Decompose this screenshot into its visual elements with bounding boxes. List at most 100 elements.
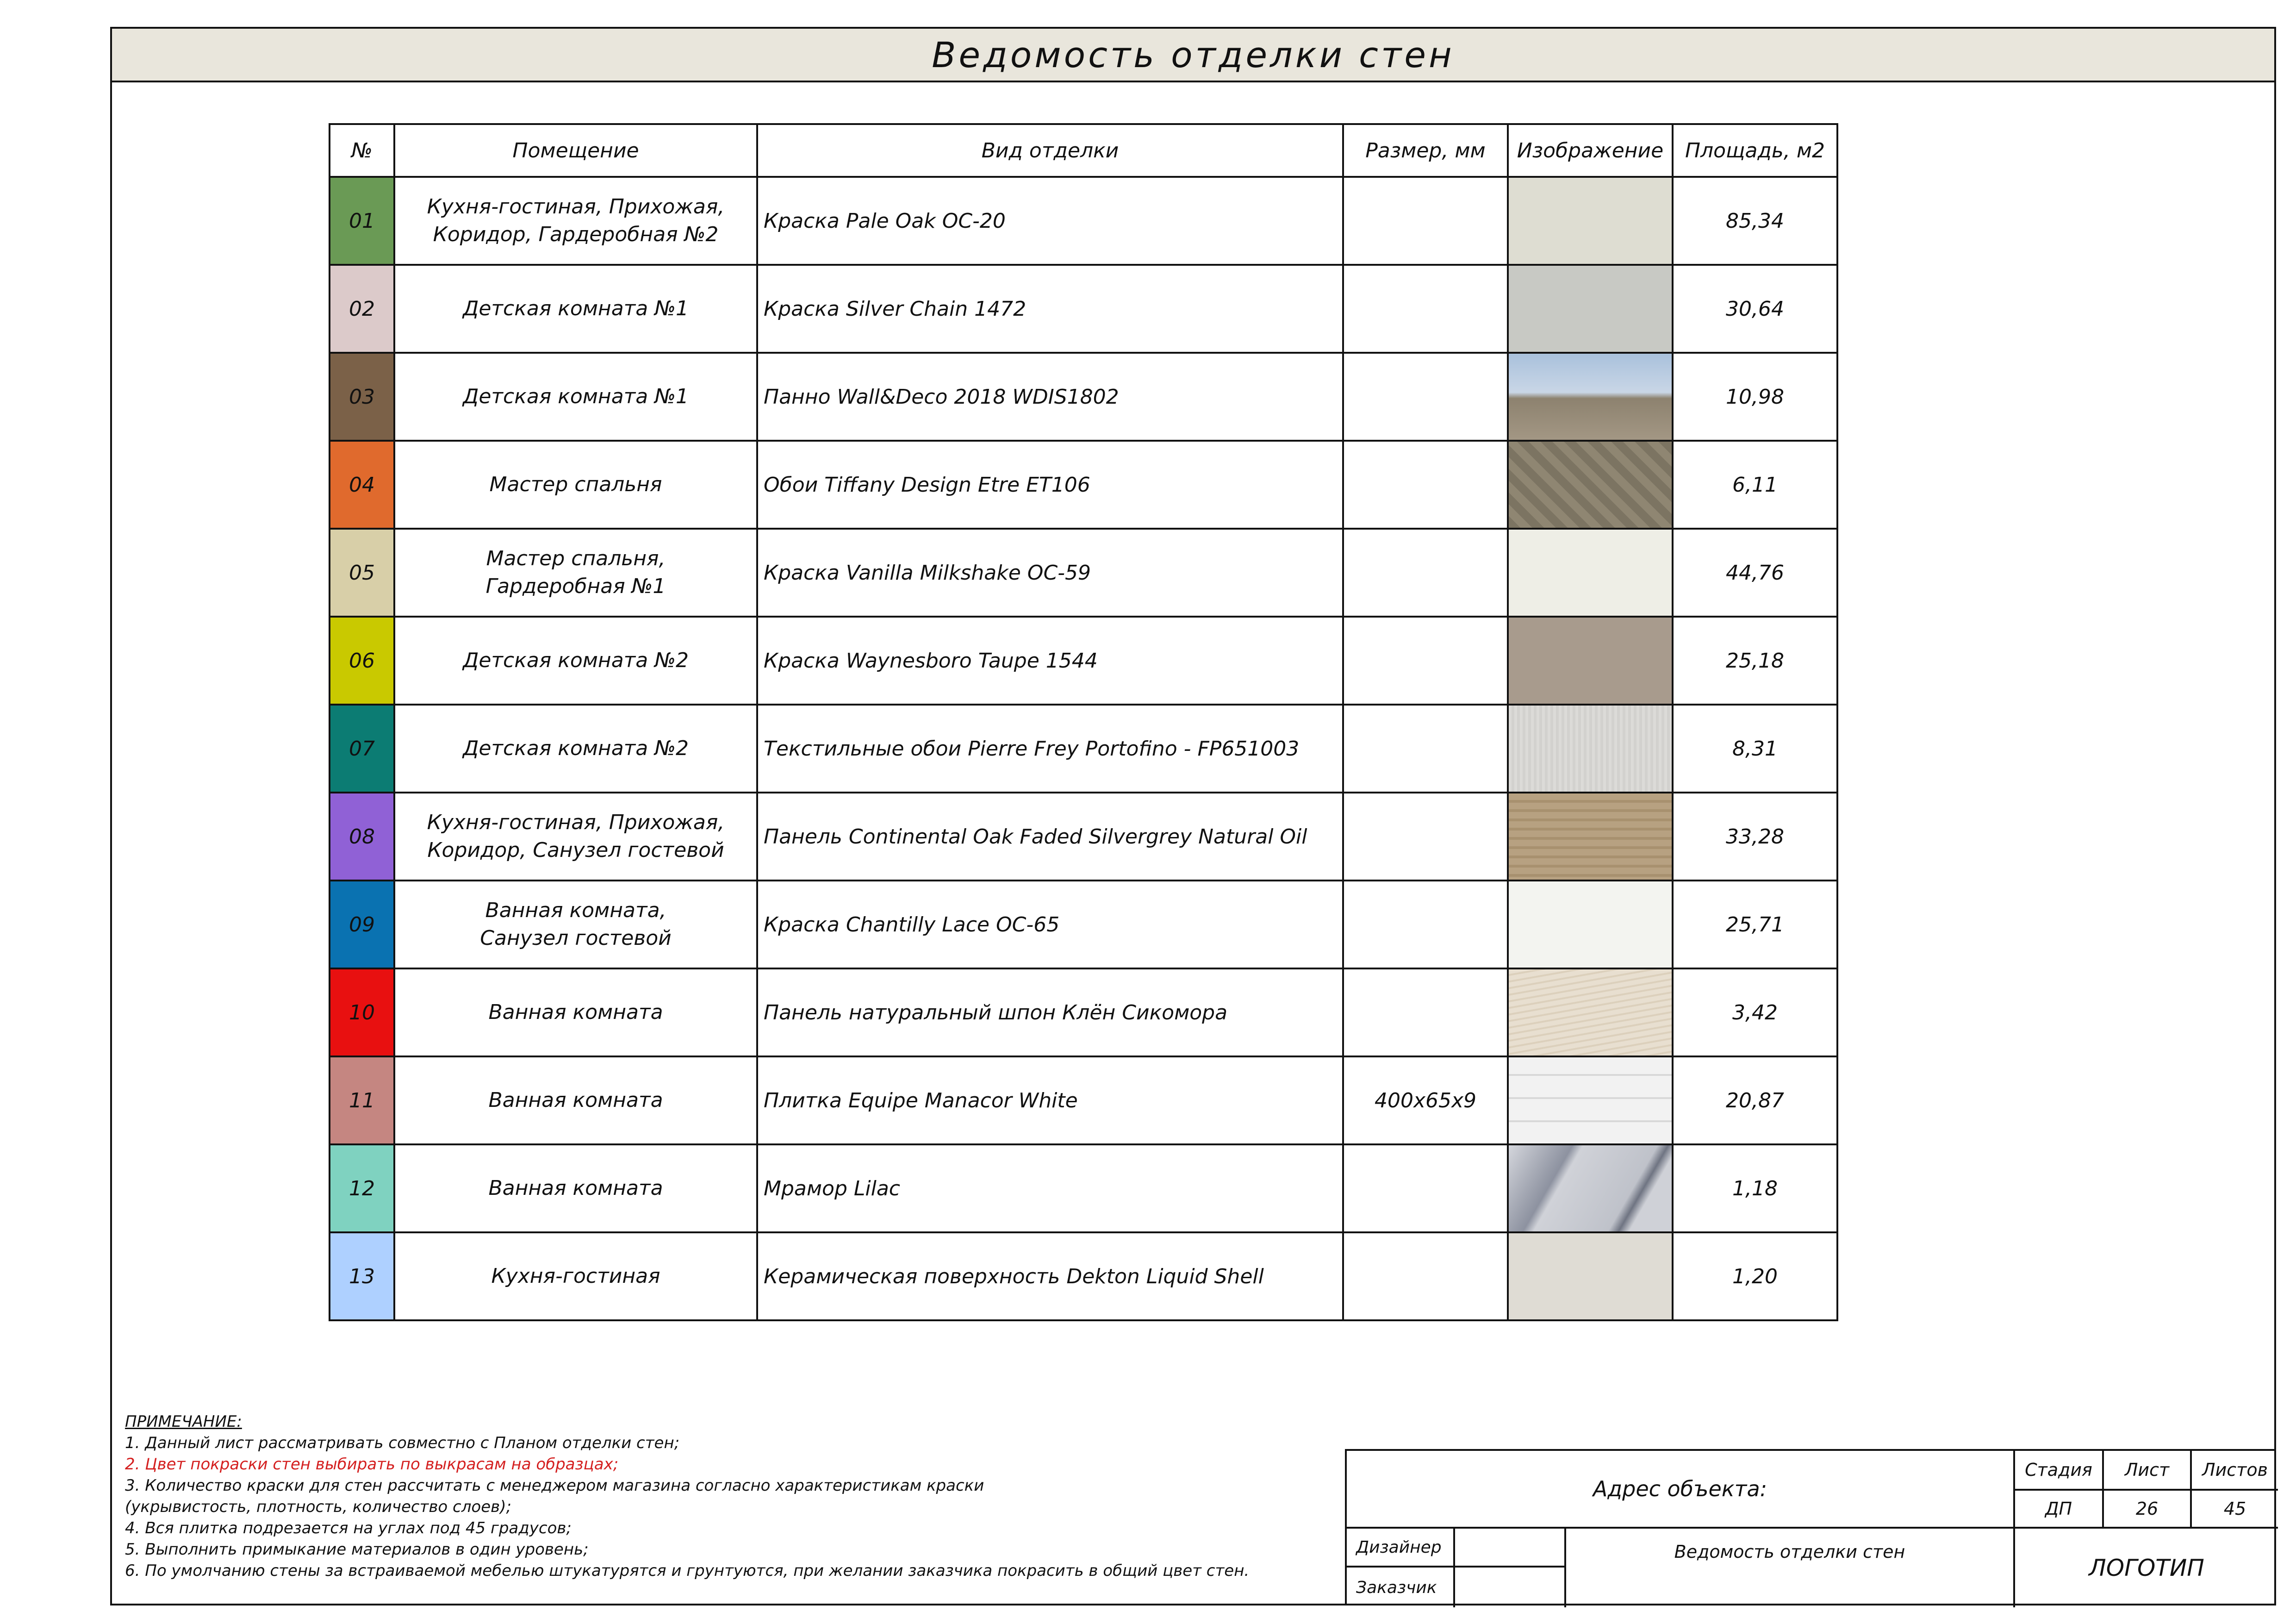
size-cell: [1342, 880, 1509, 969]
document-title: Ведомость отделки стен: [1564, 1527, 2013, 1607]
header-image: Изображение: [1507, 123, 1674, 178]
room-line: Мастер спальня: [489, 473, 662, 496]
room-line: Детская комната №1: [462, 385, 689, 408]
customer-signature-cell: [1453, 1566, 1564, 1607]
finish-type-cell: Краска Waynesboro Taupe 1544: [756, 616, 1344, 706]
row-number: 03: [349, 385, 375, 409]
size-cell: [1342, 792, 1509, 881]
area-cell: 10,98: [1672, 352, 1838, 442]
room-line: Кухня-гостиная: [491, 1264, 660, 1288]
area-cell: 25,71: [1672, 880, 1838, 969]
image-cell: [1507, 440, 1674, 530]
room-cell: Мастер спальня, Гардеробная №1: [393, 528, 758, 618]
room-line: Гардеробная №1: [485, 575, 666, 598]
room-line: Ванная комната: [488, 1088, 663, 1112]
sheet-title: Ведомость отделки стен: [932, 34, 1455, 75]
table-row: 13 Кухня-гостиная Керамическая поверхность…: [329, 1231, 1838, 1321]
material-swatch-image: [1509, 530, 1672, 616]
row-number: 13: [349, 1264, 375, 1288]
material-swatch-image: [1509, 1145, 1672, 1231]
size-cell: [1342, 1231, 1509, 1321]
size-cell: [1342, 440, 1509, 530]
room-cell: Детская комната №1: [393, 264, 758, 354]
size-cell: [1342, 176, 1509, 266]
table-row: 01 Кухня-гостиная, Прихожая, Коридор, Гард…: [329, 176, 1838, 266]
room-line: Кухня-гостиная, Прихожая,: [427, 195, 725, 219]
room-cell: Детская комната №2: [393, 704, 758, 793]
material-swatch-image: [1509, 354, 1672, 440]
image-cell: [1507, 968, 1674, 1057]
material-swatch-image: [1509, 706, 1672, 792]
room-line: Детская комната №2: [462, 649, 689, 672]
table-row: 12 Ванная комната Мрамор Lilac 1,18: [329, 1143, 1838, 1233]
note-line: 3. Количество краски для стен рассчитать…: [125, 1476, 984, 1495]
note-line-highlighted: 2. Цвет покраски стен выбирать по выкрас…: [125, 1455, 619, 1474]
material-swatch-image: [1509, 1057, 1672, 1143]
room-cell: Кухня-гостиная: [393, 1231, 758, 1321]
size-cell: 400x65x9: [1342, 1056, 1509, 1145]
row-number-cell: 01: [329, 176, 395, 266]
row-number: 12: [349, 1176, 375, 1200]
table-row: 11 Ванная комната Плитка Equipe Manacor Wh…: [329, 1056, 1838, 1145]
finish-type-cell: Панель Continental Oak Faded Silvergrey …: [756, 792, 1344, 881]
header-area: Площадь, м2: [1672, 123, 1838, 178]
table-header-row: № Помещение Вид отделки Размер, мм Изобр…: [329, 123, 1838, 178]
image-cell: [1507, 1056, 1674, 1145]
area-cell: 6,11: [1672, 440, 1838, 530]
row-number-cell: 07: [329, 704, 395, 793]
room-cell: Детская комната №2: [393, 616, 758, 706]
size-cell: [1342, 352, 1509, 442]
row-number-cell: 03: [329, 352, 395, 442]
table-row: 10 Ванная комната Панель натуральный шпон …: [329, 968, 1838, 1057]
room-line: Коридор, Гардеробная №2: [433, 223, 719, 246]
header-finish-type: Вид отделки: [756, 123, 1344, 178]
table-row: 02 Детская комната №1 Краска Silver Chain …: [329, 264, 1838, 354]
row-number: 08: [349, 824, 375, 849]
row-number-cell: 11: [329, 1056, 395, 1145]
address-label: Адрес объекта:: [1593, 1476, 1767, 1501]
row-number-cell: 10: [329, 968, 395, 1057]
note-line: (укрывистость, плотность, количество сло…: [125, 1498, 511, 1516]
row-number-cell: 08: [329, 792, 395, 881]
area-cell: 85,34: [1672, 176, 1838, 266]
room-cell: Детская комната №1: [393, 352, 758, 442]
material-swatch-image: [1509, 881, 1672, 968]
finish-type-cell: Панно Wall&Deco 2018 WDIS1802: [756, 352, 1344, 442]
room-line: Кухня-гостиная, Прихожая,: [427, 811, 725, 834]
image-cell: [1507, 1231, 1674, 1321]
image-cell: [1507, 616, 1674, 706]
room-line: Ванная комната: [488, 1176, 663, 1200]
material-swatch-image: [1509, 969, 1672, 1056]
table-row: 04 Мастер спальня Обои Tiffany Design Etre…: [329, 440, 1838, 530]
row-number-cell: 09: [329, 880, 395, 969]
image-cell: [1507, 792, 1674, 881]
image-cell: [1507, 264, 1674, 354]
finish-type-cell: Мрамор Lilac: [756, 1143, 1344, 1233]
image-cell: [1507, 528, 1674, 618]
room-cell: Ванная комната, Санузел гостевой: [393, 880, 758, 969]
row-number-cell: 12: [329, 1143, 395, 1233]
area-cell: 1,20: [1672, 1231, 1838, 1321]
stage-label: Стадия: [2013, 1451, 2102, 1489]
room-cell: Ванная комната: [393, 1143, 758, 1233]
sheets-label: Листов: [2190, 1451, 2278, 1489]
image-cell: [1507, 352, 1674, 442]
logo-placeholder: ЛОГОТИП: [2013, 1527, 2278, 1607]
finish-schedule-table: № Помещение Вид отделки Размер, мм Изобр…: [329, 123, 1838, 1321]
material-swatch-image: [1509, 178, 1672, 264]
finish-type-cell: Панель натуральный шпон Клён Сикомора: [756, 968, 1344, 1057]
row-number: 06: [349, 649, 375, 673]
table-row: 05 Мастер спальня, Гардеробная №1 Краска Va…: [329, 528, 1838, 618]
table-row: 06 Детская комната №2 Краска Waynesboro Ta…: [329, 616, 1838, 706]
room-cell: Ванная комната: [393, 968, 758, 1057]
size-cell: [1342, 616, 1509, 706]
finish-type-cell: Краска Pale Oak OC-20: [756, 176, 1344, 266]
designer-label: Дизайнер: [1347, 1527, 1453, 1566]
notes-title: ПРИМЕЧАНИЕ:: [125, 1412, 242, 1431]
row-number: 05: [349, 561, 375, 585]
material-swatch-image: [1509, 1233, 1672, 1319]
material-swatch-image: [1509, 266, 1672, 352]
table-row: 07 Детская комната №2 Текстильные обои Pie…: [329, 704, 1838, 793]
sheet-header: Ведомость отделки стен: [112, 29, 2274, 82]
finish-type-cell: Краска Chantilly Lace OC-65: [756, 880, 1344, 969]
